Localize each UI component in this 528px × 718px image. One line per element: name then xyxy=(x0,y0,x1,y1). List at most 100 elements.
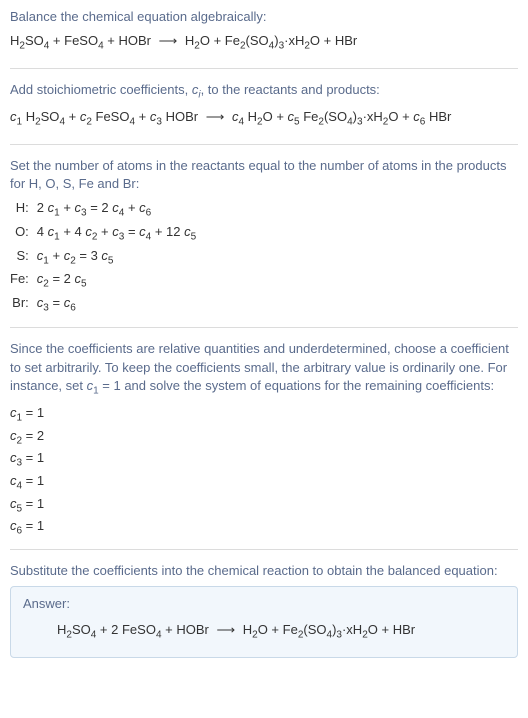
label: Fe: xyxy=(10,270,37,294)
t: Fe xyxy=(303,109,318,124)
v: = 1 xyxy=(22,518,44,533)
label: O: xyxy=(10,223,37,247)
h2o: H2O xyxy=(185,33,210,48)
txt: , to the reactants and products: xyxy=(201,82,380,97)
row-o: O: 4 c1 + 4 c2 + c3 = c4 + 12 c5 xyxy=(10,223,202,247)
t: 2 xyxy=(37,200,48,215)
t: ·xH xyxy=(363,109,383,124)
fe2so43: Fe2(SO4)3·xH2O xyxy=(225,33,320,48)
plus: + xyxy=(320,33,335,48)
t: = 3 xyxy=(76,248,102,263)
balance-intro: Balance the chemical equation algebraica… xyxy=(10,8,518,26)
divider xyxy=(10,144,518,145)
divider xyxy=(10,68,518,69)
t: O xyxy=(258,622,268,637)
s: 5 xyxy=(108,255,114,266)
p: + xyxy=(398,109,413,124)
v: = 2 xyxy=(22,428,44,443)
answer-box: Answer: H2SO4 + 2 FeSO4 + HOBr ⟶ H2O + F… xyxy=(10,586,518,658)
t: H xyxy=(248,109,257,124)
row-h: H: 2 c1 + c3 = 2 c4 + c6 xyxy=(10,199,202,223)
t: = xyxy=(49,295,64,310)
hobr: HOBr xyxy=(119,33,152,48)
eq: 2 c1 + c3 = 2 c4 + c6 xyxy=(37,199,202,223)
hbr: HBr xyxy=(429,109,451,124)
arrow-icon: ⟶ xyxy=(202,109,229,124)
label: S: xyxy=(10,247,37,271)
t: O xyxy=(388,109,398,124)
plus: + xyxy=(49,33,64,48)
t: SO xyxy=(41,109,60,124)
t: Fe xyxy=(283,622,298,637)
hobr: HOBr xyxy=(176,622,209,637)
h2o: H2O xyxy=(243,622,268,637)
txt: H xyxy=(10,33,19,48)
s: 6 xyxy=(70,302,76,313)
fe2so43: Fe2(SO4)3·xH2O xyxy=(283,622,378,637)
feso4: FeSO4 xyxy=(122,622,162,637)
label: H: xyxy=(10,199,37,223)
v: = 1 xyxy=(22,405,44,420)
txt: O xyxy=(200,33,210,48)
t: O xyxy=(368,622,378,637)
t: = 2 xyxy=(49,271,75,286)
t: H xyxy=(26,109,35,124)
eq: c3 = c6 xyxy=(37,294,202,318)
eq: c1 + c2 = 3 c5 xyxy=(37,247,202,271)
v: = 1 xyxy=(22,496,44,511)
divider xyxy=(10,549,518,550)
t: (SO xyxy=(303,622,326,637)
v: = 1 xyxy=(22,473,44,488)
t: + xyxy=(49,248,64,263)
balanced-equation: H2SO4 + 2 FeSO4 + HOBr ⟶ H2O + Fe2(SO4)3… xyxy=(23,621,505,643)
c1-val: c1 = 1 xyxy=(10,404,518,426)
t: ·xH xyxy=(342,622,362,637)
t: FeSO xyxy=(96,109,130,124)
arrow-icon: ⟶ xyxy=(155,33,182,48)
t: 4 xyxy=(37,224,48,239)
fe2so43: Fe2(SO4)3·xH2O xyxy=(303,109,398,124)
eq: c2 = 2 c5 xyxy=(37,270,202,294)
txt: SO xyxy=(25,33,44,48)
t: (SO xyxy=(324,109,347,124)
t: + xyxy=(124,200,139,215)
t: = xyxy=(124,224,139,239)
label: Br: xyxy=(10,294,37,318)
c5-val: c5 = 1 xyxy=(10,495,518,517)
s: 6 xyxy=(420,117,426,128)
s: 4 xyxy=(238,117,244,128)
plus: + xyxy=(210,33,225,48)
s: 3 xyxy=(156,117,162,128)
p: + xyxy=(162,622,177,637)
coeff-equation: c1 H2SO4 + c2 FeSO4 + c3 HOBr ⟶ c4 H2O +… xyxy=(10,108,518,130)
unbalanced-equation: H2SO4 + FeSO4 + HOBr ⟶ H2O + Fe2(SO4)3·x… xyxy=(10,32,518,54)
atoms-intro: Set the number of atoms in the reactants… xyxy=(10,157,518,193)
s: 6 xyxy=(146,208,152,219)
h2o: H2O xyxy=(248,109,273,124)
coefficient-values: c1 = 1 c2 = 2 c3 = 1 c4 = 1 c5 = 1 c6 = … xyxy=(10,404,518,539)
h2so4: H2SO4 xyxy=(10,33,49,48)
coef-2: 2 xyxy=(111,622,122,637)
eq: 4 c1 + 4 c2 + c3 = c4 + 12 c5 xyxy=(37,223,202,247)
t: + xyxy=(97,224,112,239)
s: 1 xyxy=(17,117,23,128)
c6-val: c6 = 1 xyxy=(10,517,518,539)
coeff-intro: Add stoichiometric coefficients, ci, to … xyxy=(10,81,518,103)
txt: Add stoichiometric coefficients, xyxy=(10,82,192,97)
t: + xyxy=(60,200,75,215)
feso4: FeSO4 xyxy=(64,33,104,48)
feso4: FeSO4 xyxy=(96,109,136,124)
c3-val: c3 = 1 xyxy=(10,449,518,471)
t: H xyxy=(243,622,252,637)
s: 5 xyxy=(81,279,87,290)
h2so4: H2SO4 xyxy=(57,622,96,637)
txt: O xyxy=(310,33,320,48)
c4-val: c4 = 1 xyxy=(10,472,518,494)
v: = 1 xyxy=(22,450,44,465)
p: + xyxy=(273,109,288,124)
t: = 1 and solve the system of equations fo… xyxy=(99,378,494,393)
p: + xyxy=(65,109,80,124)
hobr: HOBr xyxy=(166,109,199,124)
s: 5 xyxy=(191,232,197,243)
t: O xyxy=(263,109,273,124)
